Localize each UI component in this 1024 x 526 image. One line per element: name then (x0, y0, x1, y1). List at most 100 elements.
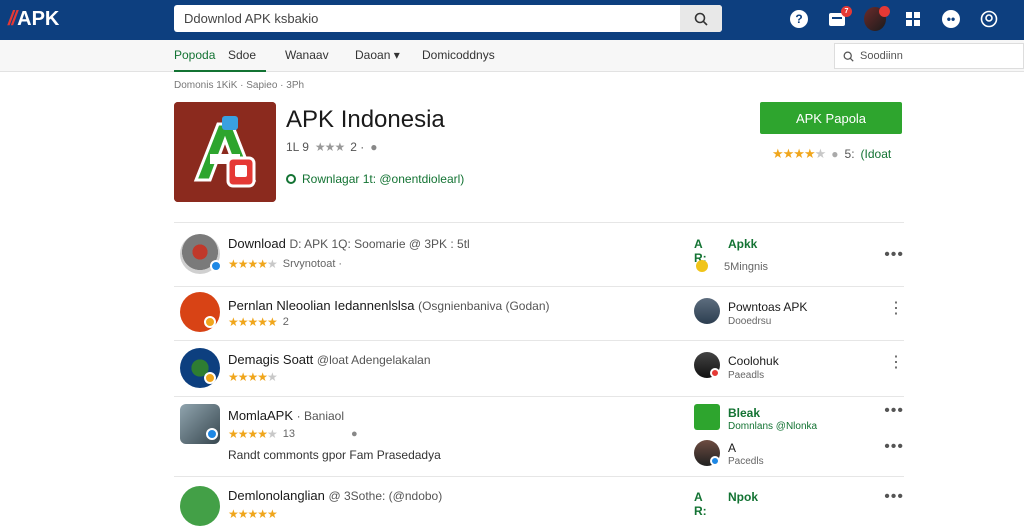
row-subtitle: · Baniaol (296, 409, 345, 423)
search-input[interactable] (174, 5, 680, 32)
app-rating-meta: 1L 9 ★★★ 2 · ● (286, 140, 377, 154)
sub-navigation: Popoda Sdoe Wanaav Daoan ▾ Domicoddnys S… (0, 40, 1024, 72)
avatar (180, 486, 220, 526)
right-subtitle: 5Mingnis (724, 261, 769, 273)
app-icon (174, 102, 276, 202)
chat-icon[interactable]: •• (940, 8, 962, 30)
app-title: APK Indonesia (286, 106, 445, 133)
apps-grid-icon[interactable] (902, 8, 924, 30)
search-icon (694, 12, 708, 26)
more-options-icon[interactable]: ••• (884, 488, 904, 506)
tab-domicoddnys[interactable]: Domicoddnys (422, 40, 495, 72)
right-subtitle: Paeadls (728, 370, 765, 381)
rating-stars: ★★★★★ (228, 315, 278, 329)
right-subtitle: Dooedrsu (728, 316, 772, 327)
more-options-icon[interactable]: ••• (884, 438, 904, 456)
more-options-icon[interactable]: ••• (884, 402, 904, 420)
divider (174, 396, 904, 397)
list-item[interactable]: Download D: APK 1Q: Soomarie @ 3PK : 5tl… (174, 232, 904, 284)
list-item[interactable]: Demagis Soatt @loat Adengelakalan ★★★★★ … (174, 346, 904, 394)
row-title: Demagis Soatt (228, 352, 314, 367)
badge-icon (204, 316, 216, 328)
user-avatar[interactable] (864, 6, 890, 31)
coin-icon (696, 260, 708, 272)
search-button[interactable] (680, 5, 722, 32)
share-icon[interactable]: ● (351, 428, 358, 440)
divider (174, 286, 904, 287)
secondary-search[interactable]: Soodiinn (834, 43, 1024, 69)
right-subtitle: Domnlans @Nlonka (728, 421, 818, 432)
breadcrumb: Domonis 1KiK · Sapieo · 3Ph (174, 80, 305, 91)
top-icons: ? 7 •• (788, 5, 1000, 33)
row-title: Demlonolanglian (228, 488, 325, 503)
rating-stars: ★★★★★ (228, 507, 278, 521)
tab-wanaav[interactable]: Wanaav (285, 40, 329, 72)
verified-badge-icon (710, 456, 720, 466)
install-button[interactable]: APK Papola (760, 102, 902, 134)
right-title[interactable]: Npok (728, 490, 758, 504)
row-subtitle: (Osgnienbaniva (Godan) (418, 299, 550, 313)
rating-stars: ★★★★★ (228, 370, 278, 384)
row-title: Download (228, 236, 286, 251)
right-title[interactable]: Coolohuk (728, 354, 779, 368)
rating-stars: ★★★★★ (228, 257, 278, 271)
row-subtitle: @ 3Sothe: (@ndobo) (328, 489, 443, 503)
tab-label: Domicoddnys (422, 48, 495, 62)
right-title[interactable]: A (728, 441, 736, 455)
logo-mark: // (8, 7, 17, 30)
tab-label: Wanaav (285, 48, 329, 62)
list-item[interactable]: Demlonolanglian @ 3Sothe: (@ndobo) ★★★★★… (174, 482, 904, 526)
help-icon[interactable]: ? (788, 8, 810, 30)
rating-stars: ★★★★★ (772, 146, 826, 161)
row-title: Pernlan Nleoolian Iedannenlslsa (228, 298, 415, 313)
tab-label: Sdoe (228, 48, 257, 62)
rating-stars: ★★★★★ (228, 427, 278, 441)
list-item[interactable]: Pernlan Nleoolian Iedannenlslsa (Osgnien… (174, 290, 904, 338)
rating-prefix: 1L 9 (286, 140, 309, 154)
more-options-icon[interactable]: ⋮ (888, 352, 904, 372)
verified-badge-icon (206, 428, 218, 440)
right-subtitle: Pacedls (728, 456, 764, 467)
divider (174, 476, 904, 477)
row-meta: 13 (282, 428, 296, 440)
top-bar: // APK ? 7 •• (0, 0, 1024, 40)
verified-badge-icon (210, 260, 222, 272)
row-meta: Srvynotoat · (282, 258, 343, 270)
row-meta: 2 (282, 316, 289, 328)
row-comment: Randt commonts gpor Fam Prasedadya (228, 448, 441, 462)
divider (174, 340, 904, 341)
row-subtitle: D: APK 1Q: Soomarie @ 3PK : 5tl (289, 237, 470, 251)
search-icon (843, 51, 854, 62)
right-title[interactable]: Apkk (728, 237, 757, 251)
apk-tag: A R: (694, 490, 707, 518)
info-icon: ● (831, 147, 839, 161)
rating-value: 5: (844, 147, 855, 161)
more-options-icon[interactable]: ⋮ (888, 298, 904, 318)
avatar (694, 298, 720, 324)
notifications-icon[interactable]: 7 (826, 6, 852, 30)
notification-badge: 7 (841, 6, 852, 17)
tab-videos[interactable]: Sdoe (228, 40, 256, 72)
row-subtitle: @loat Adengelakalan (316, 353, 431, 367)
verified-icon (286, 174, 296, 184)
rating-summary: ★★★★★ ● 5: (Idoat (772, 146, 891, 162)
list-item[interactable]: MomlaAPK · Baniaol ★★★★★ 13 ● Randt common… (174, 402, 904, 474)
secondary-search-placeholder: Soodiinn (860, 50, 903, 62)
right-title[interactable]: Powntoas APK (728, 300, 807, 314)
rating-stars: ★★★ (314, 140, 345, 154)
rating-label[interactable]: (Idoat (861, 147, 892, 161)
site-logo[interactable]: // APK (8, 6, 59, 32)
more-options-icon[interactable]: ••• (884, 246, 904, 264)
badge-icon (710, 368, 720, 378)
chevron-down-icon: ▾ (393, 48, 400, 62)
app-icon (694, 404, 720, 430)
tab-daoan[interactable]: Daoan ▾ (355, 40, 400, 72)
tab-label: Daoan (355, 48, 391, 62)
badge-icon (204, 372, 216, 384)
developer-link[interactable]: Rownlagar 1t: @onentdiolearl) (286, 172, 464, 186)
account-icon[interactable] (978, 8, 1000, 30)
right-title[interactable]: Bleak (728, 406, 760, 420)
divider (174, 222, 904, 223)
share-icon[interactable]: ● (370, 140, 377, 154)
developer-label: Rownlagar 1t: @onentdiolearl) (302, 172, 465, 186)
